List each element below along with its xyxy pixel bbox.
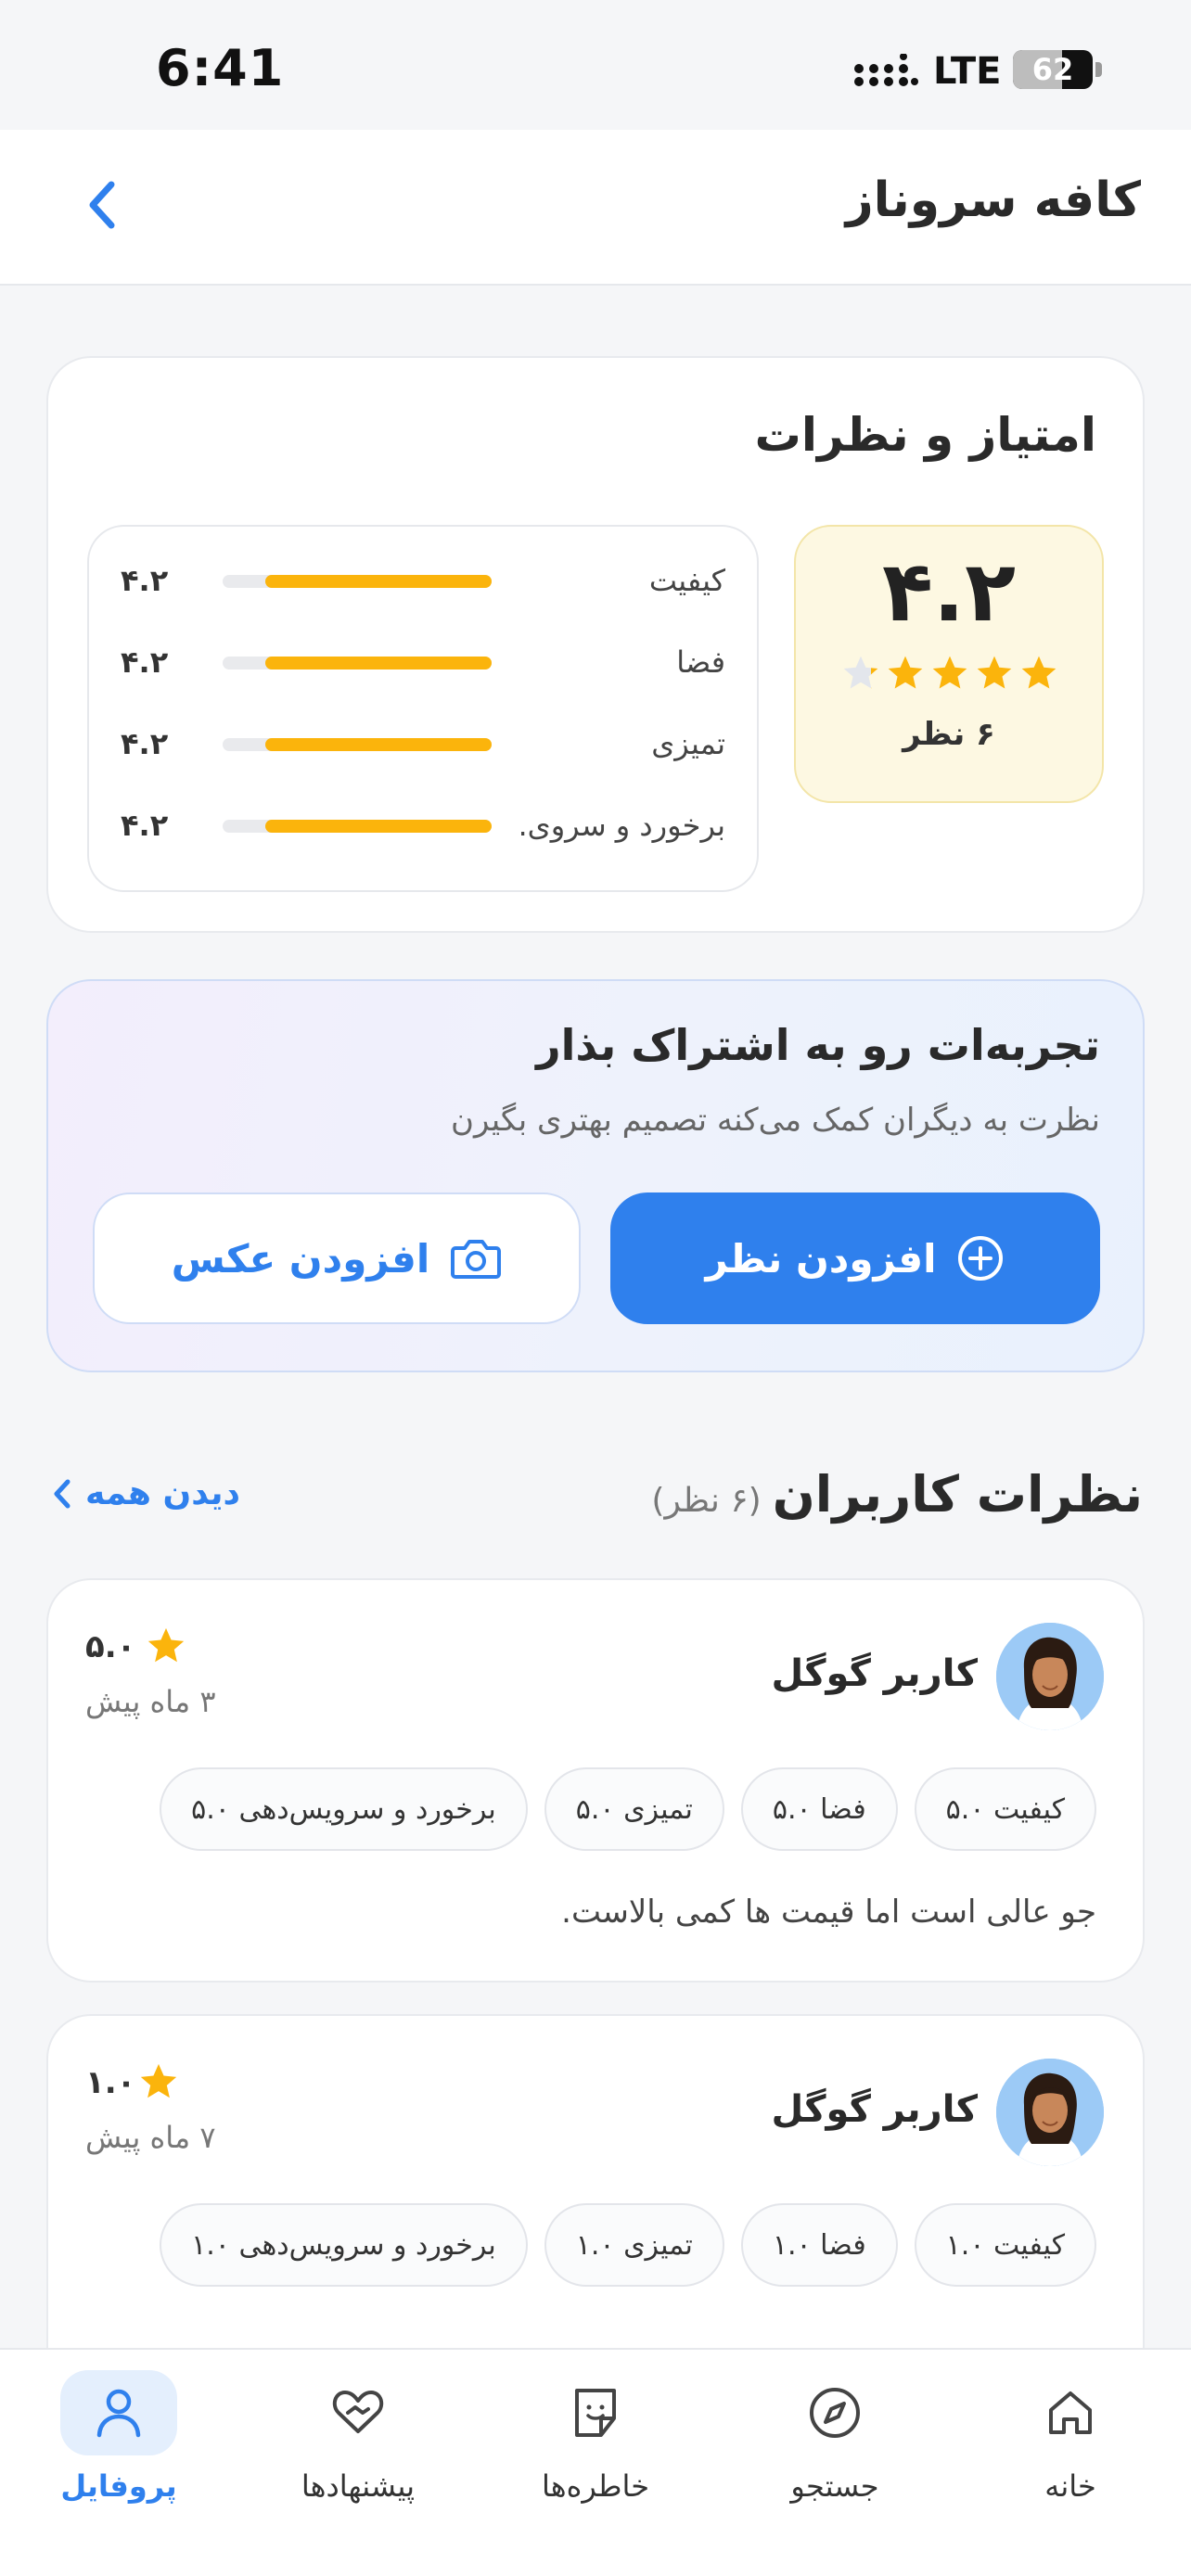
criterion-value: ۴.۲ bbox=[121, 644, 169, 680]
see-all-link[interactable]: دیدن همه bbox=[52, 1474, 240, 1512]
criterion-chip: تمیزی ۵.۰ bbox=[544, 1767, 724, 1851]
criterion-chip: تمیزی ۱.۰ bbox=[544, 2203, 724, 2287]
criterion-bar bbox=[223, 738, 492, 751]
criterion-label: برخورد و سروی... bbox=[521, 808, 725, 843]
criterion-row: برخورد و سروی... ۴.۲ bbox=[87, 797, 759, 853]
nav-suggestions[interactable]: پیشنهادها bbox=[265, 2370, 451, 2537]
add-photo-label: افزودن عکس bbox=[171, 1235, 430, 1282]
star-icon bbox=[888, 656, 923, 689]
share-subtitle: نظرت به دیگران کمک می‌کنه تصمیم بهتری بگ… bbox=[450, 1102, 1100, 1139]
reviews-title: نظرات کاربران bbox=[772, 1465, 1143, 1524]
memories-icon bbox=[575, 2389, 616, 2437]
nav-icon-wrap bbox=[300, 2370, 416, 2455]
nav-search[interactable]: جستجو bbox=[742, 2370, 928, 2537]
reviewer-name: کاربر گوگل bbox=[771, 2088, 978, 2131]
nav-profile[interactable]: پروفایل bbox=[26, 2370, 211, 2537]
reviews-count: (۶ نظر) bbox=[651, 1482, 762, 1520]
star-icon bbox=[932, 656, 967, 689]
nav-label: خانه bbox=[1044, 2468, 1096, 2504]
back-button[interactable] bbox=[74, 172, 130, 237]
criterion-chip: کیفیت ۵.۰ bbox=[914, 1767, 1096, 1851]
signal-icon bbox=[854, 54, 918, 86]
reviewer-name: کاربر گوگل bbox=[771, 1652, 978, 1695]
camera-icon bbox=[451, 1240, 502, 1279]
criterion-label: تمیزی bbox=[651, 726, 725, 761]
heart-hand-icon bbox=[332, 2391, 384, 2433]
avatar bbox=[996, 2059, 1104, 2166]
review-score: ۱.۰ bbox=[85, 2064, 136, 2101]
criterion-chip: برخورد و سرویس‌دهی ۱.۰ bbox=[160, 2203, 528, 2287]
nav-icon-wrap-active bbox=[60, 2370, 177, 2455]
network-type: LTE bbox=[933, 50, 1002, 93]
criterion-row: فضا ۴.۲ bbox=[87, 634, 759, 690]
nav-home[interactable]: خانه bbox=[978, 2370, 1163, 2537]
home-icon bbox=[1049, 2391, 1092, 2434]
criterion-bar bbox=[223, 820, 492, 833]
review-score: ۵.۰ bbox=[85, 1628, 136, 1665]
rating-title: امتیاز و نظرات bbox=[754, 408, 1096, 462]
nav-memories[interactable]: خاطره‌ها bbox=[503, 2370, 688, 2537]
review-time: ۷ ماه پیش bbox=[85, 2120, 216, 2155]
nav-icon-wrap bbox=[537, 2370, 654, 2455]
criterion-bar bbox=[223, 657, 492, 670]
criterion-label: فضا bbox=[676, 644, 725, 680]
user-icon bbox=[96, 2389, 141, 2438]
chevron-left-icon bbox=[54, 1479, 70, 1508]
criterion-chip: فضا ۵.۰ bbox=[740, 1767, 898, 1851]
star-icon bbox=[977, 656, 1012, 689]
nav-icon-wrap bbox=[1012, 2370, 1129, 2455]
star-icon bbox=[1021, 656, 1057, 689]
nav-icon-wrap bbox=[776, 2370, 893, 2455]
overall-stars bbox=[840, 653, 1059, 697]
criterion-chip: برخورد و سرویس‌دهی ۵.۰ bbox=[160, 1767, 528, 1851]
user-avatar-image bbox=[996, 1623, 1104, 1730]
criterion-chip: فضا ۱.۰ bbox=[740, 2203, 898, 2287]
battery-icon: 62 bbox=[1013, 50, 1093, 89]
reviews-heading: نظرات کاربران (۶ نظر) bbox=[651, 1465, 1143, 1524]
compass-icon bbox=[810, 2388, 860, 2438]
add-photo-button[interactable]: افزودن عکس bbox=[93, 1192, 581, 1324]
star-icon bbox=[147, 1627, 185, 1663]
criterion-value: ۴.۲ bbox=[121, 726, 169, 761]
add-review-button[interactable]: افزودن نظر bbox=[610, 1192, 1100, 1324]
star-icon bbox=[140, 2063, 177, 2098]
overall-score: ۴.۲ bbox=[881, 543, 1017, 641]
criterion-row: تمیزی ۴.۲ bbox=[87, 716, 759, 772]
add-review-label: افزودن نظر bbox=[705, 1235, 937, 1282]
review-time: ۳ ماه پیش bbox=[85, 1684, 216, 1719]
see-all-label: دیدن همه bbox=[85, 1474, 240, 1512]
criterion-value: ۴.۲ bbox=[121, 563, 169, 598]
chevron-left-icon bbox=[89, 181, 115, 229]
user-avatar-image bbox=[996, 2059, 1104, 2166]
nav-label: پروفایل bbox=[60, 2468, 177, 2504]
review-criteria-chips: کیفیت ۱.۰ فضا ۱.۰ تمیزی ۱.۰ برخورد و سرو… bbox=[160, 2203, 1096, 2287]
criterion-bar bbox=[223, 575, 492, 588]
nav-label: جستجو bbox=[790, 2468, 879, 2504]
nav-label: پیشنهادها bbox=[301, 2468, 416, 2504]
status-time: 6:41 bbox=[156, 39, 285, 97]
criterion-chip: کیفیت ۱.۰ bbox=[914, 2203, 1096, 2287]
battery-tip bbox=[1095, 62, 1102, 77]
review-count: ۶ نظر bbox=[903, 716, 995, 753]
star-icon bbox=[843, 656, 878, 689]
review-criteria-chips: کیفیت ۵.۰ فضا ۵.۰ تمیزی ۵.۰ برخورد و سرو… bbox=[160, 1767, 1096, 1851]
plus-circle-icon bbox=[958, 1236, 1004, 1281]
nav-label: خاطره‌ها bbox=[541, 2468, 650, 2504]
criterion-label: کیفیت bbox=[648, 563, 725, 598]
avatar bbox=[996, 1623, 1104, 1730]
share-title: تجربه‌ات رو به اشتراک بذار bbox=[536, 1020, 1100, 1070]
battery-level: 62 bbox=[1031, 52, 1074, 87]
review-text: جو عالی است اما قیمت ها کمی بالاست. bbox=[561, 1894, 1096, 1931]
page-title: کافه سروناز bbox=[845, 172, 1141, 228]
criterion-row: کیفیت ۴.۲ bbox=[87, 553, 759, 608]
criterion-value: ۴.۲ bbox=[121, 808, 169, 843]
